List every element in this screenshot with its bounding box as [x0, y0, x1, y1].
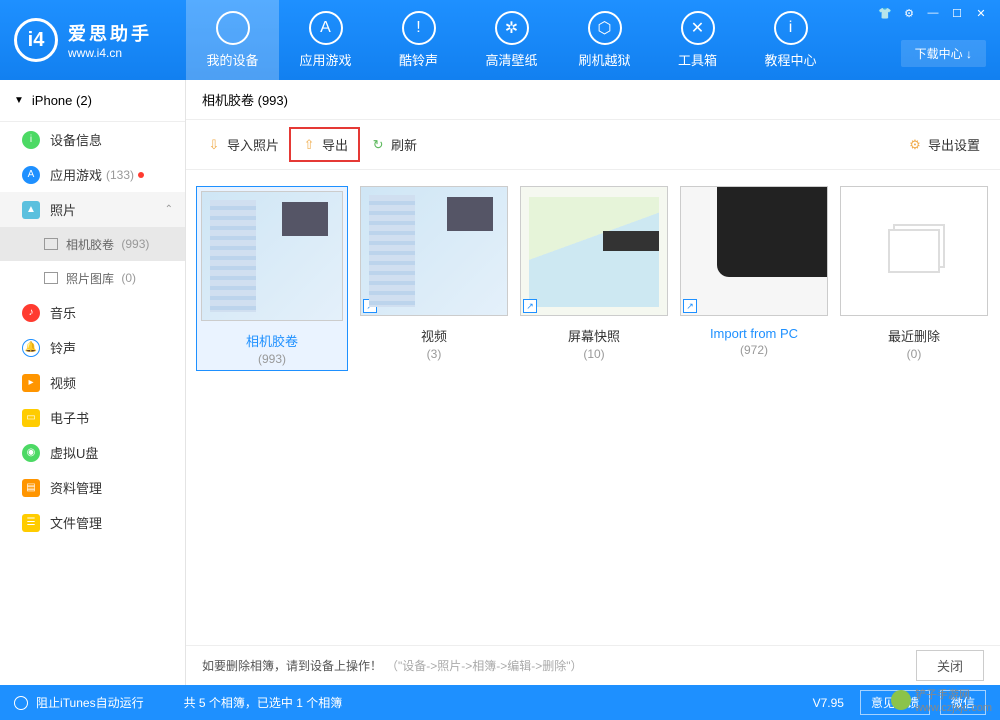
album-thumbnail — [840, 186, 988, 316]
tab-wallpapers[interactable]: ✲高清壁纸 — [465, 0, 558, 80]
album-thumbnail: ↗ — [360, 186, 508, 316]
apple-icon — [216, 11, 250, 45]
status-bar: 阻止iTunes自动运行 共 5 个相簿，已选中 1 个相簿 V7.95 意见反… — [0, 685, 1000, 720]
video-icon: ▸ — [22, 374, 40, 392]
maximize-button[interactable]: ☐ — [946, 4, 968, 22]
sidebar-item-video[interactable]: ▸视频 — [0, 365, 185, 400]
shortcut-icon: ↗ — [363, 299, 377, 313]
sidebar-item-apps[interactable]: A应用游戏(133) — [0, 157, 185, 192]
notification-dot-icon — [138, 172, 144, 178]
photos-icon: ▲ — [22, 201, 40, 219]
album-import-pc[interactable]: ↗ Import from PC (972) — [680, 186, 828, 357]
sidebar-item-music[interactable]: ♪音乐 — [0, 295, 185, 330]
album-thumbnail: ↗ — [680, 186, 828, 316]
tab-ringtones[interactable]: !酷铃声 — [372, 0, 465, 80]
tab-flash[interactable]: ⬡刷机越狱 — [558, 0, 651, 80]
download-center-button[interactable]: 下载中心 ↓ — [901, 40, 986, 67]
shortcut-icon: ↗ — [523, 299, 537, 313]
delete-hint: 如要删除相簿，请到设备上操作！ （"设备->照片->相簿->编辑->删除"） 关… — [186, 645, 1000, 685]
status-summary: 共 5 个相簿，已选中 1 个相簿 — [184, 694, 343, 711]
export-button[interactable]: ⇧导出 — [289, 127, 360, 162]
tab-apps[interactable]: A应用游戏 — [279, 0, 372, 80]
tab-tutorials[interactable]: i教程中心 — [744, 0, 837, 80]
watermark-icon — [891, 690, 911, 710]
sidebar-item-device-info[interactable]: i设备信息 — [0, 122, 185, 157]
sidebar-item-data[interactable]: ▤资料管理 — [0, 470, 185, 505]
sidebar-item-ebook[interactable]: ▭电子书 — [0, 400, 185, 435]
apps-icon: A — [22, 166, 40, 184]
tab-my-device[interactable]: 我的设备 — [186, 0, 279, 80]
device-header[interactable]: ▼ iPhone (2) — [0, 80, 185, 122]
version-label: V7.95 — [813, 696, 844, 710]
app-url: www.i4.cn — [68, 46, 152, 60]
tools-icon: ✕ — [681, 11, 715, 45]
close-panel-button[interactable]: 关闭 — [916, 650, 984, 681]
sidebar: ▼ iPhone (2) i设备信息 A应用游戏(133) ▲照片⌃ 相机胶卷 … — [0, 80, 186, 685]
breadcrumb: 相机胶卷 (993) — [186, 80, 1000, 120]
close-button[interactable]: ✕ — [970, 4, 992, 22]
album-recently-deleted[interactable]: 最近删除 (0) — [840, 186, 988, 361]
bell-icon: 🔔 — [22, 339, 40, 357]
export-icon: ⇧ — [301, 137, 317, 153]
album-thumbnail — [201, 191, 343, 321]
folder-icon — [44, 238, 58, 250]
album-camera-roll[interactable]: 相机胶卷 (993) — [196, 186, 348, 371]
bell-icon: ! — [402, 11, 436, 45]
settings-icon[interactable]: ⚙ — [898, 4, 920, 22]
import-photos-button[interactable]: ⇩导入照片 — [196, 129, 289, 160]
tshirt-icon[interactable]: 👕 — [874, 4, 896, 22]
minimize-button[interactable]: — — [922, 4, 944, 22]
logo-icon: i4 — [14, 18, 58, 62]
block-itunes-icon — [14, 696, 28, 710]
watermark: 铲子手游网www.czjxjc.com — [891, 686, 992, 714]
export-settings-button[interactable]: ⚙导出设置 — [897, 129, 990, 160]
sidebar-item-ringtones[interactable]: 🔔铃声 — [0, 330, 185, 365]
sidebar-item-udisk[interactable]: ◉虚拟U盘 — [0, 435, 185, 470]
tab-toolbox[interactable]: ✕工具箱 — [651, 0, 744, 80]
shortcut-icon: ↗ — [683, 299, 697, 313]
chevron-up-icon: ⌃ — [165, 204, 173, 215]
disk-icon: ◉ — [22, 444, 40, 462]
chevron-down-icon: ▼ — [14, 95, 24, 106]
data-icon: ▤ — [22, 479, 40, 497]
album-videos[interactable]: ↗ 视频 (3) — [360, 186, 508, 361]
sidebar-item-files[interactable]: ☰文件管理 — [0, 505, 185, 540]
wallpaper-icon: ✲ — [495, 11, 529, 45]
book-icon: ▭ — [22, 409, 40, 427]
sidebar-item-photos[interactable]: ▲照片⌃ — [0, 192, 185, 227]
refresh-icon: ↻ — [370, 137, 386, 153]
app-title: 爱思助手 — [68, 20, 152, 46]
folder-icon — [44, 272, 58, 284]
info-circle-icon: i — [22, 131, 40, 149]
sidebar-sub-camera-roll[interactable]: 相机胶卷 (993) — [0, 227, 185, 261]
info-icon: i — [774, 11, 808, 45]
album-thumbnail: ↗ — [520, 186, 668, 316]
music-icon: ♪ — [22, 304, 40, 322]
album-screenshots[interactable]: ↗ 屏幕快照 (10) — [520, 186, 668, 361]
block-itunes-toggle[interactable]: 阻止iTunes自动运行 — [36, 694, 144, 711]
appstore-icon: A — [309, 11, 343, 45]
sidebar-sub-library[interactable]: 照片图库 (0) — [0, 261, 185, 295]
refresh-button[interactable]: ↻刷新 — [360, 129, 427, 160]
app-logo: i4 爱思助手 www.i4.cn — [0, 18, 186, 62]
import-icon: ⇩ — [206, 137, 222, 153]
gear-icon: ⚙ — [907, 137, 923, 153]
files-icon: ☰ — [22, 514, 40, 532]
box-icon: ⬡ — [588, 11, 622, 45]
album-gallery: 相机胶卷 (993) ↗ 视频 (3) ↗ 屏幕快照 (10) ↗ Import… — [186, 170, 1000, 645]
